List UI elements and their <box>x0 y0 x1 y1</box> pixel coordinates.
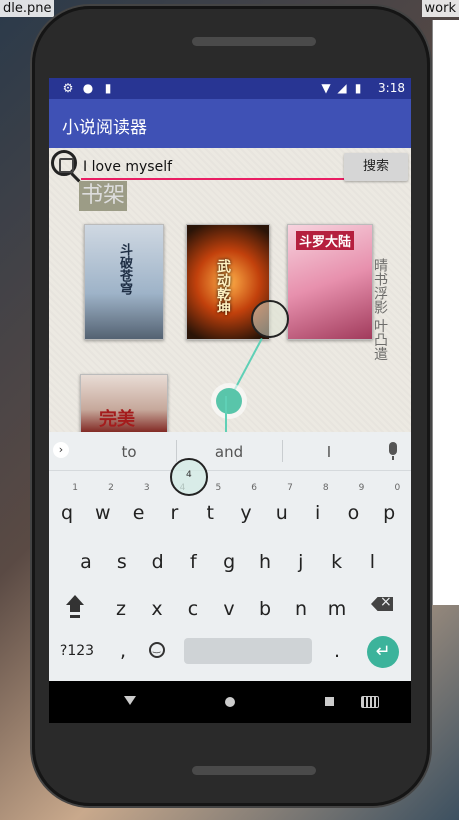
checkbox-icon <box>59 158 74 173</box>
key-s[interactable]: s <box>105 544 139 580</box>
key-w[interactable]: w2 <box>86 483 120 531</box>
backspace-icon[interactable] <box>371 597 393 611</box>
key-m[interactable]: m <box>320 591 354 627</box>
key-n[interactable]: n <box>284 591 318 627</box>
shelf-title: 书架 <box>79 181 128 211</box>
home-icon[interactable] <box>225 697 235 707</box>
battery-icon: ▮ <box>354 81 362 95</box>
book-cover-title: 武动乾坤 <box>215 259 231 315</box>
wifi-icon: ▼ <box>321 81 331 95</box>
shift-icon[interactable] <box>63 595 87 619</box>
app-bar: 小说阅读器 <box>49 99 411 148</box>
circle-icon: ● <box>82 81 94 95</box>
key-l[interactable]: l <box>355 544 389 580</box>
book-cover-4[interactable]: 完美 <box>80 374 168 434</box>
status-bar: ⚙ ● ▮ ▼ ◢ ▮ 3:18 <box>49 78 411 99</box>
book-cover-1[interactable]: 斗破苍穹 <box>84 224 164 340</box>
phone-bottom-speaker <box>192 766 316 775</box>
bookshelf-content: 搜索 书架 斗破苍穹 武动乾坤 斗罗大陆 完美 晴书浮影 叶凸遣 <box>49 148 411 434</box>
phone-top-speaker <box>192 37 316 46</box>
keyboard-switch-icon[interactable] <box>361 696 379 708</box>
selection-handle-stem <box>225 396 227 432</box>
key-o[interactable]: o9 <box>336 483 370 531</box>
magnifier-label: 4 <box>186 470 192 480</box>
key-x[interactable]: x <box>140 591 174 627</box>
mic-icon[interactable] <box>389 442 397 460</box>
enter-icon[interactable]: ↵ <box>367 636 399 668</box>
phone-screen: ⚙ ● ▮ ▼ ◢ ▮ 3:18 小说阅读器 搜索 书架 斗破苍穹 武动乾坤 斗… <box>49 78 411 723</box>
key-i[interactable]: i8 <box>301 483 335 531</box>
key-u[interactable]: u7 <box>265 483 299 531</box>
background-filename-left: dle.pne <box>0 0 55 17</box>
sd-card-icon: ▮ <box>104 81 112 95</box>
key-g[interactable]: g <box>212 544 246 580</box>
key-y[interactable]: y6 <box>229 483 263 531</box>
key-q[interactable]: q1 <box>50 483 84 531</box>
selection-magnifier-bottom: 4 <box>170 458 208 496</box>
decorative-calligraphy: 晴书浮影 叶凸遣 <box>372 258 388 361</box>
key-c[interactable]: c <box>176 591 210 627</box>
key-h[interactable]: h <box>248 544 282 580</box>
key-v[interactable]: v <box>212 591 246 627</box>
search-icon[interactable] <box>51 150 77 176</box>
text-selection-handle[interactable] <box>216 388 242 414</box>
emoji-icon[interactable] <box>149 642 165 658</box>
period-key[interactable]: . <box>320 633 354 669</box>
gear-icon: ⚙ <box>62 81 74 95</box>
key-a[interactable]: a <box>69 544 103 580</box>
book-cover-title: 斗破苍穹 <box>117 243 132 295</box>
key-b[interactable]: b <box>248 591 282 627</box>
suggestion-1[interactable]: to <box>79 443 179 461</box>
search-button[interactable]: 搜索 <box>344 153 408 181</box>
space-key[interactable] <box>184 638 312 664</box>
selection-connector-top <box>232 338 263 392</box>
suggestion-3[interactable]: I <box>279 443 379 461</box>
background-filename-right: work <box>421 0 459 17</box>
key-z[interactable]: z <box>104 591 138 627</box>
book-cover-3[interactable]: 斗罗大陆 <box>287 224 373 340</box>
suggestion-strip: › to and I <box>49 432 411 471</box>
key-p[interactable]: p0 <box>372 483 406 531</box>
symbols-key[interactable]: ?123 <box>57 633 97 669</box>
key-f[interactable]: f <box>176 544 210 580</box>
book-cover-title: 斗罗大陆 <box>296 231 355 250</box>
key-k[interactable]: k <box>320 544 354 580</box>
back-icon[interactable] <box>124 696 136 705</box>
key-r[interactable]: r4 <box>157 483 191 531</box>
navigation-bar <box>49 681 411 723</box>
status-time: 3:18 <box>378 81 405 95</box>
chevron-right-icon[interactable]: › <box>53 442 69 458</box>
key-d[interactable]: d <box>141 544 175 580</box>
background-window-edge <box>432 20 459 605</box>
search-input[interactable] <box>81 156 345 180</box>
app-title: 小说阅读器 <box>62 118 147 138</box>
signal-icon: ◢ <box>337 81 347 95</box>
key-t[interactable]: t5 <box>193 483 227 531</box>
soft-keyboard: › to and I q1w2e3r4t5y6u7i8o9p0 asdfghjk… <box>49 432 411 681</box>
suggestion-divider <box>176 440 177 462</box>
comma-key[interactable]: , <box>106 633 140 669</box>
recents-icon[interactable] <box>325 697 334 706</box>
key-j[interactable]: j <box>284 544 318 580</box>
selection-magnifier-top <box>251 300 289 338</box>
book-cover-title: 完美 <box>99 409 135 430</box>
key-e[interactable]: e3 <box>122 483 156 531</box>
